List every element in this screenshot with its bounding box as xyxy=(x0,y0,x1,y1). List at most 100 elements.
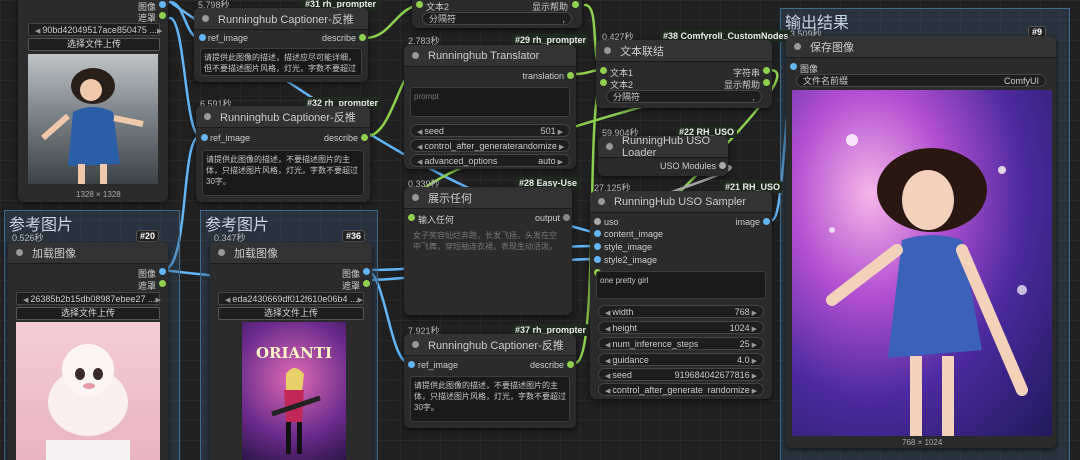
cag-label: control_after_generate xyxy=(417,141,515,151)
node-load-image-top[interactable]: 图像 遮罩 90bd42049517ace850475 ... 选择文件上传 1… xyxy=(18,0,168,202)
param-widget[interactable]: control_after_generate randomize xyxy=(598,383,764,396)
socket-ref-image[interactable] xyxy=(199,34,206,41)
socket-uso-modules[interactable] xyxy=(719,162,726,169)
prompt-textarea[interactable]: prompt xyxy=(410,87,570,117)
node-captioner-31[interactable]: Runninghub Captioner-反推 ref_image descri… xyxy=(194,8,368,82)
node-graph-canvas[interactable]: 参考图片 参考图片 输出结果 图像 遮罩 90bd42049517ace8504… xyxy=(0,0,1080,460)
collapse-dot-icon[interactable] xyxy=(412,52,419,59)
socket-image[interactable] xyxy=(159,1,166,8)
node-text-concat-top[interactable]: 文本2 显示帮助 分隔符, xyxy=(412,0,582,28)
collapse-dot-icon[interactable] xyxy=(606,143,613,150)
node-save-image-9[interactable]: 保存图像 图像 文件名前缀 ComfyUI 768 × 1024 xyxy=(786,36,1056,448)
socket-image[interactable] xyxy=(159,268,166,275)
node-header[interactable]: Runninghub Translator xyxy=(404,45,576,67)
socket-describe[interactable] xyxy=(359,34,366,41)
socket-style-image[interactable] xyxy=(594,243,601,250)
prompt-textarea[interactable]: 请提供此图像的描述，不要描述图片的主体，只描述图片风格，灯光，字数不要超过30字… xyxy=(202,150,364,196)
upload-button[interactable]: 选择文件上传 xyxy=(16,307,160,320)
node-translator-29[interactable]: Runninghub Translator translation prompt… xyxy=(404,45,576,169)
socket-describe[interactable] xyxy=(361,134,368,141)
file-select[interactable]: eda2430669df012f610e06b4 ... xyxy=(218,292,364,305)
node-uso-sampler-21[interactable]: RunningHub USO Sampler uso content_image… xyxy=(590,191,772,399)
socket-content-image[interactable] xyxy=(594,230,601,237)
output-describe: describe xyxy=(323,133,358,143)
node-uso-loader-22[interactable]: RunningHub USO Loader USO Modules xyxy=(598,136,728,176)
prompt-textarea[interactable]: 请提供此图像的描述，描述应尽可能详细，但不要描述图片风格，灯光，字数不要超过30… xyxy=(200,48,362,76)
socket-input-any[interactable] xyxy=(408,214,415,221)
node-text-concat-38[interactable]: 文本联结 文本1 文本2 字符串 显示帮助 分隔符, xyxy=(596,40,772,108)
display-text: 女子笑容灿烂奔跑，长发飞扬，头发在空中飞舞，穿短袖连衣裙，表现生动活泼。 xyxy=(410,227,566,307)
socket-help[interactable] xyxy=(763,79,770,86)
separator-value: , xyxy=(752,91,755,102)
node-header[interactable]: 保存图像 xyxy=(786,36,1056,58)
input-ref-image: ref_image xyxy=(208,33,249,43)
node-header[interactable]: 文本联结 xyxy=(596,40,772,62)
collapse-dot-icon[interactable] xyxy=(218,249,225,256)
node-header[interactable]: RunningHub USO Sampler xyxy=(590,191,772,213)
socket-describe[interactable] xyxy=(567,361,574,368)
collapse-dot-icon[interactable] xyxy=(794,43,801,50)
socket-mask[interactable] xyxy=(159,12,166,19)
socket-mask[interactable] xyxy=(363,280,370,287)
prompt-textarea[interactable]: one pretty girl xyxy=(596,271,766,299)
collapse-dot-icon[interactable] xyxy=(204,113,211,120)
node-load-image-36[interactable]: 加载图像 图像 遮罩 eda2430669df012f610e06b4 ... … xyxy=(210,242,372,460)
socket-style2-image[interactable] xyxy=(594,256,601,263)
param-widget[interactable]: num_inference_steps 25 xyxy=(598,337,764,350)
node-header[interactable]: Runninghub Captioner-反推 xyxy=(196,106,370,128)
output-image: image xyxy=(735,217,760,227)
socket-text2[interactable] xyxy=(600,79,607,86)
image-size: 1328 × 1328 xyxy=(76,190,121,199)
advanced-options-widget[interactable]: advanced_options auto xyxy=(410,154,570,167)
filename-prefix-widget[interactable]: 文件名前缀 ComfyUI xyxy=(796,74,1046,87)
socket-mask[interactable] xyxy=(159,280,166,287)
socket-uso[interactable] xyxy=(594,218,601,225)
socket-text2[interactable] xyxy=(416,1,423,8)
node-header[interactable]: Runninghub Captioner-反推 xyxy=(194,8,368,30)
file-select[interactable]: 26385b2b15db08987ebee27 ... xyxy=(16,292,160,305)
socket-output[interactable] xyxy=(563,214,570,221)
node-header[interactable]: RunningHub USO Loader xyxy=(598,136,728,159)
node-header[interactable]: Runninghub Captioner-反推 xyxy=(404,334,576,356)
socket-ref-image[interactable] xyxy=(408,361,415,368)
node-title: 加载图像 xyxy=(32,247,76,260)
collapse-dot-icon[interactable] xyxy=(412,341,419,348)
node-header[interactable]: 加载图像 xyxy=(8,242,168,264)
socket-help[interactable] xyxy=(572,1,579,8)
param-widget[interactable]: guidance 4.0 xyxy=(598,353,764,366)
seed-widget[interactable]: seed 501 xyxy=(410,124,570,137)
node-header[interactable]: 展示任何 xyxy=(404,187,572,209)
upload-button[interactable]: 选择文件上传 xyxy=(28,38,160,51)
param-widget[interactable]: width 768 xyxy=(598,305,764,318)
param-label: width xyxy=(605,307,633,317)
prompt-textarea[interactable]: 请提供此图像的描述，不要描述图片的主体，只描述图片风格，灯光，字数不要超过30字… xyxy=(410,376,570,422)
file-select[interactable]: 90bd42049517ace850475 ... xyxy=(28,23,160,36)
socket-image-in[interactable] xyxy=(790,63,797,70)
socket-image-out[interactable] xyxy=(763,218,770,225)
socket-ref-image[interactable] xyxy=(201,134,208,141)
node-show-any-28[interactable]: 展示任何 输入任何 output 女子笑容灿烂奔跑，长发飞扬，头发在空中飞舞，穿… xyxy=(404,187,572,315)
node-load-image-20[interactable]: 加载图像 图像 遮罩 26385b2b15db08987ebee27 ... 选… xyxy=(8,242,168,460)
param-widget[interactable]: seed 919684042677816 xyxy=(598,368,764,381)
control-after-generate-widget[interactable]: control_after_generaterandomize xyxy=(410,139,570,152)
param-value: 1024 xyxy=(730,323,757,333)
node-header[interactable]: 加载图像 xyxy=(210,242,372,264)
collapse-dot-icon[interactable] xyxy=(598,198,605,205)
n20-id: #20 xyxy=(136,230,160,242)
node-captioner-37[interactable]: Runninghub Captioner-反推 ref_image descri… xyxy=(404,334,576,428)
param-widget[interactable]: height 1024 xyxy=(598,321,764,334)
collapse-dot-icon[interactable] xyxy=(202,15,209,22)
collapse-dot-icon[interactable] xyxy=(412,194,419,201)
collapse-dot-icon[interactable] xyxy=(16,249,23,256)
separator-widget[interactable]: 分隔符, xyxy=(422,12,572,25)
collapse-dot-icon[interactable] xyxy=(604,47,611,54)
socket-image[interactable] xyxy=(363,268,370,275)
output-uso-modules: USO Modules xyxy=(659,161,716,171)
separator-widget[interactable]: 分隔符, xyxy=(606,90,762,103)
upload-button[interactable]: 选择文件上传 xyxy=(218,307,364,320)
param-value: 919684042677816 xyxy=(675,370,757,380)
node-captioner-32[interactable]: Runninghub Captioner-反推 ref_image descri… xyxy=(196,106,370,202)
socket-text1[interactable] xyxy=(600,67,607,74)
socket-translation[interactable] xyxy=(567,72,574,79)
socket-string[interactable] xyxy=(763,67,770,74)
